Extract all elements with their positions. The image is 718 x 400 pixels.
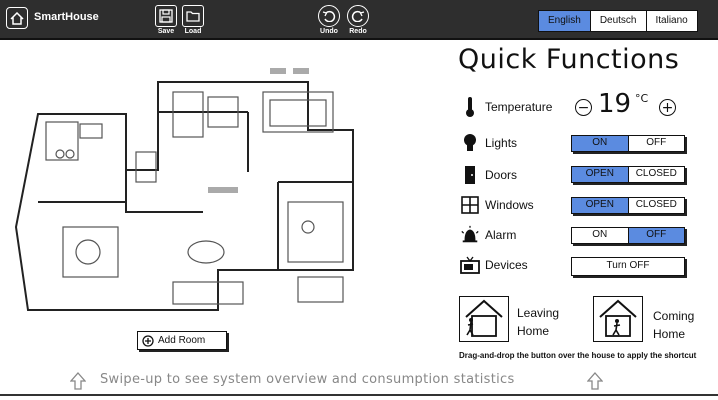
leaving-home-label: Leaving Home [517, 304, 559, 340]
swipe-up-bar[interactable]: Swipe-up to see system overview and cons… [0, 372, 718, 390]
plus-icon: + [661, 99, 674, 116]
folder-icon [182, 5, 204, 27]
undo-button[interactable]: Undo [316, 5, 342, 36]
shortcut-hint: Drag-and-drop the button over the house … [459, 351, 697, 360]
language-italiano-button[interactable]: Italiano [646, 11, 697, 31]
doors-toggle: OPEN CLOSED [571, 166, 685, 183]
language-selector: English Deutsch Italiano [538, 10, 698, 32]
windows-row: Windows [460, 193, 534, 217]
quick-functions-title: Quick Functions [458, 44, 680, 75]
alarm-on-option[interactable]: ON [572, 228, 628, 243]
light-bulb-icon [460, 132, 480, 154]
tv-icon [460, 254, 480, 276]
save-button[interactable]: Save [153, 5, 179, 36]
minus-icon: − [577, 99, 590, 116]
doors-label: Doors [485, 168, 518, 182]
temperature-increase-button[interactable]: + [659, 99, 676, 116]
window-icon [460, 194, 480, 216]
house-floor-plan[interactable] [8, 52, 388, 322]
bottom-divider [0, 394, 718, 396]
windows-open-option[interactable]: OPEN [572, 198, 628, 213]
lights-toggle: ON OFF [571, 135, 685, 152]
up-arrow-icon [70, 372, 86, 390]
undo-icon [318, 5, 340, 27]
doors-closed-option[interactable]: CLOSED [627, 167, 685, 182]
swipe-up-text: Swipe-up to see system overview and cons… [100, 372, 515, 387]
lights-off-option[interactable]: OFF [627, 136, 685, 151]
add-room-button[interactable]: Add Room [137, 331, 227, 350]
redo-label: Redo [349, 28, 367, 35]
lights-on-option[interactable]: ON [572, 136, 628, 151]
devices-turn-off-button[interactable]: Turn OFF [571, 257, 685, 276]
leaving-home-label-line1: Leaving [517, 306, 560, 320]
alarm-row: Alarm [460, 223, 516, 247]
temperature-unit: °C [635, 92, 649, 105]
leaving-home-label-line2: Home [517, 324, 550, 338]
coming-home-button[interactable] [593, 296, 643, 342]
temperature-decrease-button[interactable]: − [575, 99, 592, 116]
doors-row: Doors [460, 163, 517, 187]
language-deutsch-button[interactable]: Deutsch [590, 11, 647, 31]
doors-open-option[interactable]: OPEN [572, 167, 628, 182]
devices-label: Devices [485, 258, 528, 272]
coming-home-icon [599, 299, 637, 337]
thermometer-icon [460, 96, 480, 118]
leaving-home-button[interactable] [459, 296, 509, 342]
alarm-bell-icon [460, 224, 480, 246]
redo-icon [347, 5, 369, 27]
lights-row: Lights [460, 131, 517, 155]
leaving-home-icon [465, 299, 503, 337]
plus-circle-icon [142, 334, 154, 347]
temperature-value: 19 [598, 89, 632, 119]
app-title: SmartHouse [34, 11, 99, 23]
save-label: Save [157, 28, 175, 35]
windows-toggle: OPEN CLOSED [571, 197, 685, 214]
coming-home-label-line1: Coming [653, 309, 695, 323]
home-icon [10, 11, 24, 25]
top-bar: SmartHouse Save Load Undo Redo English D… [0, 0, 718, 40]
coming-home-label-line2: Home [653, 327, 686, 341]
language-english-button[interactable]: English [539, 11, 591, 31]
alarm-label: Alarm [485, 228, 517, 242]
load-label: Load [184, 28, 202, 35]
alarm-toggle: ON OFF [571, 227, 685, 244]
home-button[interactable] [6, 7, 28, 29]
up-arrow-icon [587, 372, 603, 390]
lights-label: Lights [485, 136, 518, 150]
floppy-disk-icon [155, 5, 177, 27]
windows-label: Windows [485, 198, 534, 212]
load-button[interactable]: Load [180, 5, 206, 36]
add-room-label: Add Room [158, 335, 206, 346]
temperature-label: Temperature [485, 100, 553, 114]
door-icon [460, 164, 480, 186]
redo-button[interactable]: Redo [345, 5, 371, 36]
undo-label: Undo [320, 28, 338, 35]
coming-home-label: Coming Home [653, 307, 694, 343]
windows-closed-option[interactable]: CLOSED [627, 198, 685, 213]
alarm-off-option[interactable]: OFF [627, 228, 684, 243]
temperature-row: Temperature [460, 95, 552, 119]
devices-row: Devices [460, 253, 528, 277]
